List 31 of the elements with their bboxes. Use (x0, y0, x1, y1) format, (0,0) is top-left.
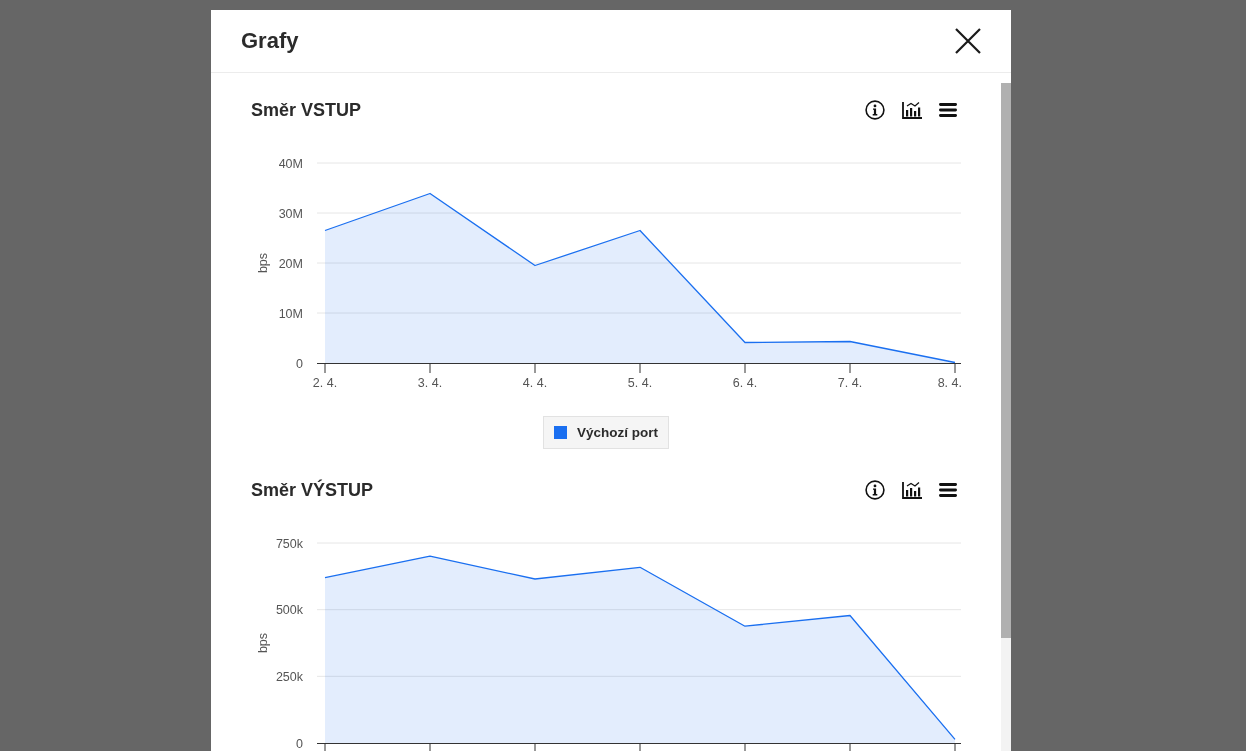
menu-icon[interactable] (939, 483, 957, 497)
y-axis-label: 40M (278, 156, 303, 171)
x-axis-label: 6. 4. (732, 376, 758, 390)
x-axis-label: 2. 4. (312, 376, 338, 390)
y-axis-label: 500k (275, 603, 303, 618)
bar-chart-icon[interactable] (902, 481, 922, 499)
menu-icon[interactable] (939, 103, 957, 117)
y-axis-title: bps (256, 252, 270, 274)
close-icon[interactable] (955, 28, 981, 54)
y-axis-label: 0 (296, 736, 303, 751)
x-axis-label: 7. 4. (837, 376, 863, 390)
x-axis-label: 3. 4. (417, 376, 443, 390)
chart-title: Směr VSTUP (251, 99, 362, 121)
chart-title: Směr VÝSTUP (251, 479, 374, 501)
legend-item[interactable]: Výchozí port (543, 416, 669, 449)
y-axis-label: 250k (275, 669, 303, 684)
x-axis-label: 4. 4. (522, 376, 548, 390)
y-axis-title: bps (256, 632, 270, 654)
info-icon[interactable] (865, 100, 885, 120)
y-axis-label: 750k (275, 536, 303, 551)
info-icon[interactable] (865, 480, 885, 500)
y-axis-label: 10M (278, 306, 303, 321)
y-axis-label: 20M (278, 256, 303, 271)
y-axis-label: 0 (296, 356, 303, 371)
dialog-title: Grafy (241, 28, 299, 54)
x-axis-label: 5. 4. (627, 376, 653, 390)
scrollbar-thumb[interactable] (1001, 83, 1011, 638)
x-axis-label: 8. 4. (937, 376, 962, 390)
scrollbar-track[interactable] (1001, 83, 1011, 751)
bar-chart-icon[interactable] (902, 101, 922, 119)
y-axis-label: 30M (278, 206, 303, 221)
